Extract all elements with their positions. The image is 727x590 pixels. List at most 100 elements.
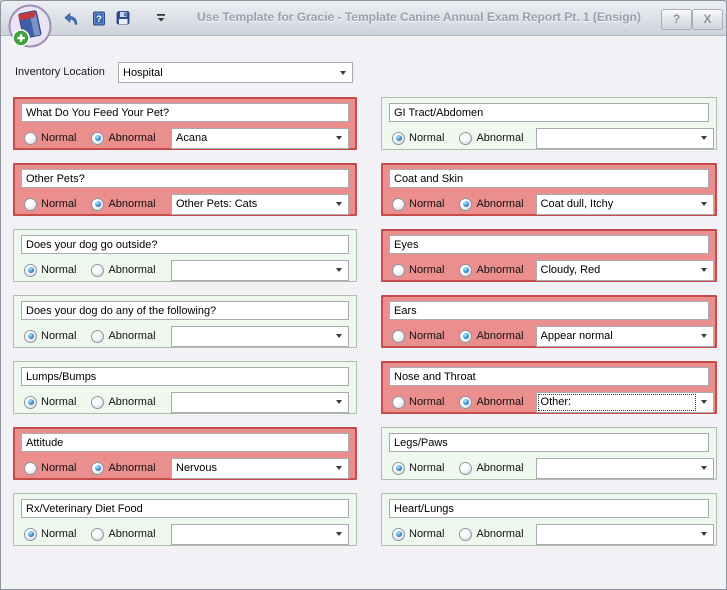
abnormal-radio-label: Abnormal xyxy=(108,396,156,408)
panel-title-field[interactable] xyxy=(21,169,349,188)
value-combobox[interactable] xyxy=(171,523,349,545)
normal-radio-label: Normal xyxy=(409,132,445,144)
panel-title-field[interactable] xyxy=(389,301,709,320)
inventory-location-label: Inventory Location xyxy=(15,66,105,78)
panel-title-field[interactable] xyxy=(389,367,709,386)
normal-radio[interactable] xyxy=(24,527,37,541)
value-combobox[interactable]: Other Pets: Cats xyxy=(171,193,349,215)
exam-panel-does-your-dog-do-any-of-the-following: Normal Abnormal xyxy=(13,295,357,348)
normal-radio-label: Normal xyxy=(41,462,77,474)
app-icon xyxy=(8,4,52,48)
abnormal-radio[interactable] xyxy=(91,461,105,475)
normal-radio[interactable] xyxy=(392,461,405,475)
abnormal-radio-label: Abnormal xyxy=(476,462,524,474)
panel-title-field[interactable] xyxy=(389,103,709,122)
panel-title-field[interactable] xyxy=(21,103,349,122)
chevron-down-icon xyxy=(336,136,342,140)
chevron-down-icon xyxy=(336,400,342,404)
value-combobox[interactable] xyxy=(535,127,714,149)
normal-radio[interactable] xyxy=(392,197,405,211)
window-close-button[interactable]: X xyxy=(692,9,723,30)
panel-title-field[interactable] xyxy=(21,433,349,452)
panel-title-field[interactable] xyxy=(389,433,709,452)
value-combobox[interactable] xyxy=(171,391,349,413)
normal-radio[interactable] xyxy=(392,131,405,145)
chevron-down-icon xyxy=(700,400,707,404)
panel-title-field[interactable] xyxy=(21,499,349,518)
abnormal-radio[interactable] xyxy=(459,461,473,475)
normal-radio[interactable] xyxy=(392,329,405,343)
abnormal-radio-label: Abnormal xyxy=(476,330,524,342)
exam-panel-eyes: Normal Abnormal Cloudy, Red xyxy=(381,229,717,282)
normal-radio-label: Normal xyxy=(409,264,445,276)
value-combobox[interactable]: Appear normal xyxy=(535,325,714,347)
abnormal-radio-label: Abnormal xyxy=(108,132,156,144)
normal-radio[interactable] xyxy=(24,131,37,145)
abnormal-radio[interactable] xyxy=(91,263,105,277)
left-column: Normal Abnormal Acana Normal Abnormal xyxy=(13,97,357,546)
normal-radio-label: Normal xyxy=(41,330,77,342)
value-combobox[interactable]: Acana xyxy=(171,127,349,149)
abnormal-radio[interactable] xyxy=(91,131,105,145)
panel-title-field[interactable] xyxy=(21,301,349,320)
normal-radio-label: Normal xyxy=(41,198,77,210)
panel-title-field[interactable] xyxy=(389,169,709,188)
exam-panel-grid: Normal Abnormal Acana Normal Abnormal xyxy=(13,97,717,546)
value-combobox[interactable]: Nervous xyxy=(171,457,349,479)
abnormal-radio[interactable] xyxy=(459,329,473,343)
abnormal-radio[interactable] xyxy=(91,329,105,343)
normal-radio[interactable] xyxy=(24,395,37,409)
toolbar-overflow-button[interactable] xyxy=(151,8,171,28)
window-help-button[interactable]: ? xyxy=(661,9,692,30)
value-combobox[interactable] xyxy=(171,325,349,347)
normal-radio-label: Normal xyxy=(41,132,77,144)
normal-radio[interactable] xyxy=(392,395,405,409)
abnormal-radio[interactable] xyxy=(91,527,105,541)
abnormal-radio[interactable] xyxy=(91,395,105,409)
abnormal-radio-label: Abnormal xyxy=(108,330,156,342)
abnormal-radio[interactable] xyxy=(91,197,105,211)
chevron-down-icon xyxy=(336,202,342,206)
abnormal-radio[interactable] xyxy=(459,263,473,277)
normal-radio-label: Normal xyxy=(409,198,445,210)
exam-panel-gi-tract-abdomen: Normal Abnormal xyxy=(381,97,717,150)
save-button[interactable] xyxy=(113,8,133,28)
normal-radio[interactable] xyxy=(24,197,37,211)
normal-radio[interactable] xyxy=(392,527,405,541)
normal-radio[interactable] xyxy=(392,263,405,277)
chevron-down-icon xyxy=(336,466,342,470)
abnormal-radio[interactable] xyxy=(459,197,473,211)
panel-title-field[interactable] xyxy=(21,235,349,254)
panel-title-field[interactable] xyxy=(21,367,349,386)
value-combobox[interactable] xyxy=(535,523,714,545)
exam-panel-nose-and-throat: Normal Abnormal Other: xyxy=(381,361,717,414)
value-combobox[interactable]: Other: xyxy=(535,391,714,413)
save-icon xyxy=(116,11,130,25)
inventory-location-combobox[interactable]: Hospital xyxy=(118,62,353,83)
abnormal-radio[interactable] xyxy=(459,527,473,541)
abnormal-radio-label: Abnormal xyxy=(476,198,524,210)
normal-radio[interactable] xyxy=(24,329,37,343)
use-template-dialog: Use Template for Gracie - Template Canin… xyxy=(0,0,727,590)
panel-title-field[interactable] xyxy=(389,235,709,254)
normal-radio[interactable] xyxy=(24,263,37,277)
help-button[interactable]: ? xyxy=(89,8,109,28)
exam-panel-lumps-bumps: Normal Abnormal xyxy=(13,361,357,414)
value-combobox[interactable] xyxy=(535,457,714,479)
combobox-value: Cloudy, Red xyxy=(540,264,601,276)
chevron-down-icon xyxy=(336,268,342,272)
title-bar: Use Template for Gracie - Template Canin… xyxy=(1,1,726,36)
panel-title-field[interactable] xyxy=(389,499,709,518)
value-combobox[interactable]: Coat dull, Itchy xyxy=(535,193,714,215)
exam-panel-rx-veterinary-diet-food: Normal Abnormal xyxy=(13,493,357,546)
abnormal-radio-label: Abnormal xyxy=(476,264,524,276)
value-combobox[interactable] xyxy=(171,259,349,281)
abnormal-radio[interactable] xyxy=(459,395,473,409)
chevron-down-icon xyxy=(700,532,707,536)
value-combobox[interactable]: Cloudy, Red xyxy=(535,259,714,281)
toolbar-overflow-icon xyxy=(157,14,165,22)
abnormal-radio[interactable] xyxy=(459,131,473,145)
normal-radio-label: Normal xyxy=(409,528,445,540)
normal-radio[interactable] xyxy=(24,461,37,475)
undo-button[interactable] xyxy=(61,8,81,28)
